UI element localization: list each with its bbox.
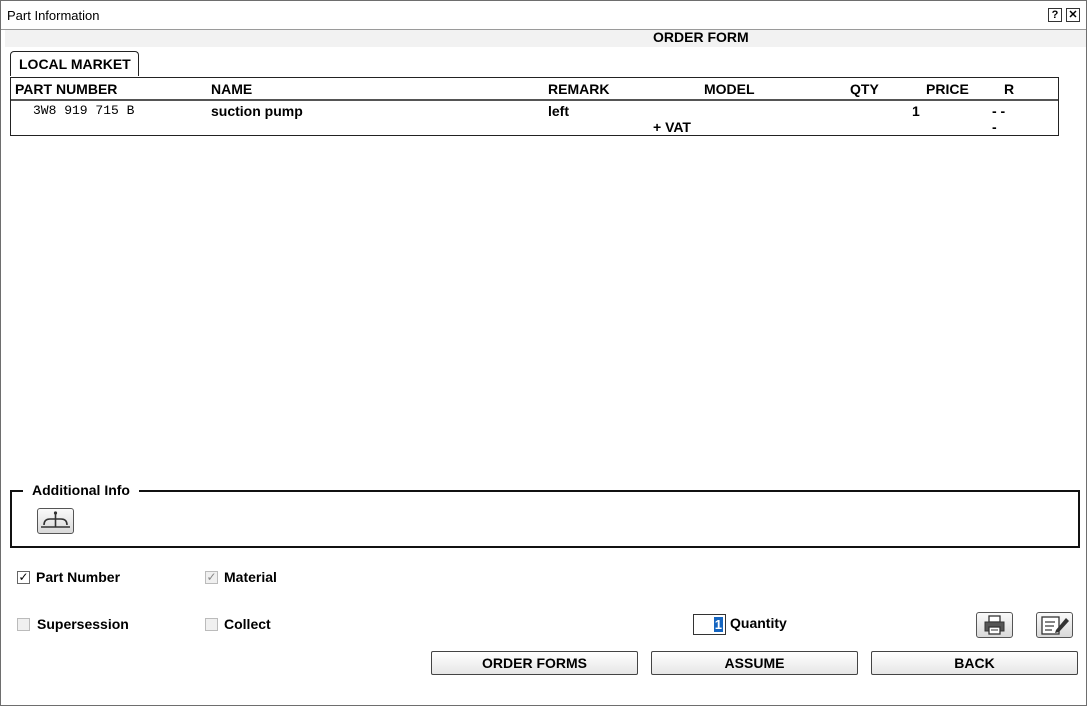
window-title: Part Information: [7, 8, 100, 23]
tab-local-market[interactable]: LOCAL MARKET: [10, 51, 139, 76]
row-vat-value: -: [992, 119, 997, 135]
col-r: R: [1004, 81, 1015, 97]
row-name: suction pump: [211, 103, 303, 119]
material-label: Material: [224, 569, 277, 585]
assume-button[interactable]: ASSUME: [651, 651, 858, 675]
col-part-number: PART NUMBER: [15, 81, 118, 97]
row-part-number: 3W8 919 715 B: [33, 103, 135, 118]
row-r: - -: [992, 103, 1006, 119]
col-name: NAME: [211, 81, 253, 97]
row-qty: 1: [912, 103, 920, 119]
order-table: PART NUMBER NAME REMARK MODEL QTY PRICE …: [10, 77, 1059, 136]
edit-note-icon[interactable]: [1036, 612, 1073, 638]
part-number-checkbox[interactable]: ✓: [17, 571, 30, 584]
table-header: PART NUMBER NAME REMARK MODEL QTY PRICE …: [11, 78, 1058, 101]
collect-checkbox[interactable]: [205, 618, 218, 631]
row-remark: left: [548, 103, 569, 119]
order-forms-button[interactable]: ORDER FORMS: [431, 651, 638, 675]
title-bar: Part Information ? ✕: [1, 1, 1086, 30]
additional-info-legend: Additional Info: [23, 482, 139, 498]
part-number-label: Part Number: [36, 569, 121, 585]
supersession-label: Supersession: [37, 616, 129, 632]
quantity-input[interactable]: 1: [693, 614, 726, 635]
col-qty: QTY: [850, 81, 879, 97]
help-button[interactable]: ?: [1048, 8, 1062, 22]
printer-icon[interactable]: [976, 612, 1013, 638]
col-remark: REMARK: [548, 81, 610, 97]
supersession-checkbox[interactable]: [17, 618, 30, 631]
quantity-value: 1: [713, 617, 723, 632]
collect-label: Collect: [224, 616, 271, 632]
back-button[interactable]: BACK: [871, 651, 1078, 675]
scale-icon[interactable]: [37, 508, 74, 534]
close-button[interactable]: ✕: [1066, 8, 1080, 22]
form-title: ORDER FORM: [653, 29, 749, 45]
material-checkbox[interactable]: ✓: [205, 571, 218, 584]
quantity-label: Quantity: [730, 615, 787, 631]
col-model: MODEL: [704, 81, 755, 97]
col-price: PRICE: [926, 81, 969, 97]
form-header-bar: [5, 30, 1086, 47]
part-information-window: Part Information ? ✕ ORDER FORM LOCAL MA…: [0, 0, 1087, 706]
additional-info-panel: [10, 490, 1080, 548]
row-vat-label: + VAT: [653, 119, 691, 135]
